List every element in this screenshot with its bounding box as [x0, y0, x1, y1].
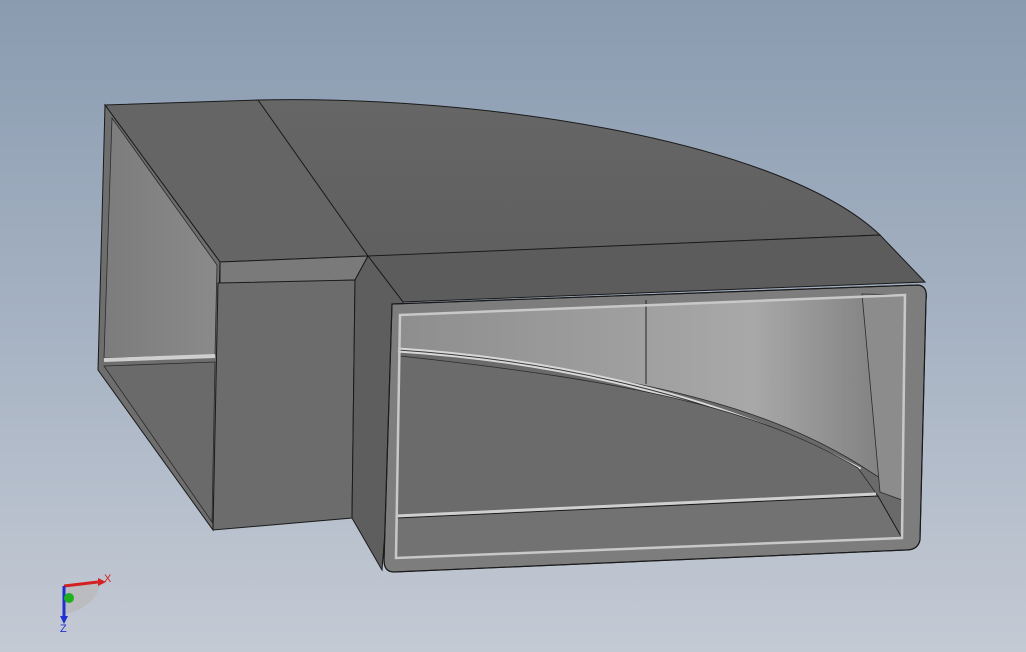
z-axis-label: Z [60, 623, 67, 634]
graphics-viewport[interactable]: X Z [0, 0, 1026, 652]
y-axis-dot [64, 593, 74, 603]
x-axis-label: X [104, 573, 112, 585]
duct-elbow-model[interactable] [0, 0, 1026, 652]
orientation-triad[interactable]: X Z [52, 570, 122, 634]
inlet-inner-floor [103, 361, 216, 524]
inlet-collar-side [212, 279, 356, 531]
